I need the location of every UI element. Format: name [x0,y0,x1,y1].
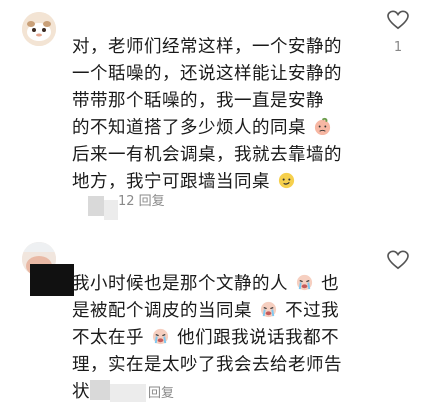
comment-item: 我小时候也是那个文静的人 也 是被配个调皮的当同桌 不过我 不太在乎 他们跟我说… [0,240,424,418]
heart-outline-icon[interactable] [387,10,409,30]
masked-region [88,196,104,216]
comment-line: 理，实在是太吵了我会去给老师告 [72,355,342,375]
like-button[interactable] [386,250,410,274]
comment-line-text: 地方，我宁可跟墙当同桌 [72,172,270,192]
comment-item: 对，老师们经常这样，一个安静的 一个聒噪的，还说这样能让安静的 带带那个聒噪的，… [0,0,424,222]
comment-line: 是被配个调皮的当同桌 不过我 [72,298,382,325]
masked-region [110,384,146,402]
comment-text: 对，老师们经常这样，一个安静的 一个聒噪的，还说这样能让安静的 带带那个聒噪的，… [72,34,382,196]
masked-region [104,200,118,220]
comment-line: 不太在乎 他们跟我说话我都不 [72,325,382,352]
masked-region [90,380,110,400]
comment-line: 对，老师们经常这样，一个安静的 [72,37,342,57]
reply-button[interactable]: 回复 [148,382,174,401]
masked-region [30,264,74,296]
comment-line: 的不知道搭了多少烦人的同桌 [72,115,382,142]
crying-emoji [296,274,313,291]
heart-outline-icon[interactable] [387,250,409,270]
comment-line-text: 我小时候也是那个文静的人 [72,274,288,294]
sad-peach-emoji [314,117,331,136]
comment-line: 带带那个聒噪的，我一直是安静 [72,91,324,111]
avatar-image [22,12,56,46]
comment-line-text: 也 [321,274,340,294]
smirk-emoji [278,172,295,189]
comment-line: 一个聒噪的，还说这样能让安静的 [72,64,342,84]
comment-line-text: 的不知道搭了多少烦人的同桌 [72,118,306,138]
comment-line: 后来一有机会调桌，我就去靠墙的 [72,145,342,165]
reply-count[interactable]: 12 回复 [118,190,165,209]
like-button[interactable]: 1 [386,10,410,55]
like-count: 1 [393,40,403,55]
avatar[interactable] [22,12,56,46]
crying-emoji [260,301,277,318]
comment-line-text: 不太在乎 [72,328,144,348]
comment-line-text: 是被配个调皮的当同桌 [72,301,252,321]
comment-line-text: 不过我 [285,301,340,321]
comment-line-text: 他们跟我说话我都不 [177,328,340,348]
crying-emoji [152,328,169,345]
comment-line: 我小时候也是那个文静的人 也 [72,271,382,298]
